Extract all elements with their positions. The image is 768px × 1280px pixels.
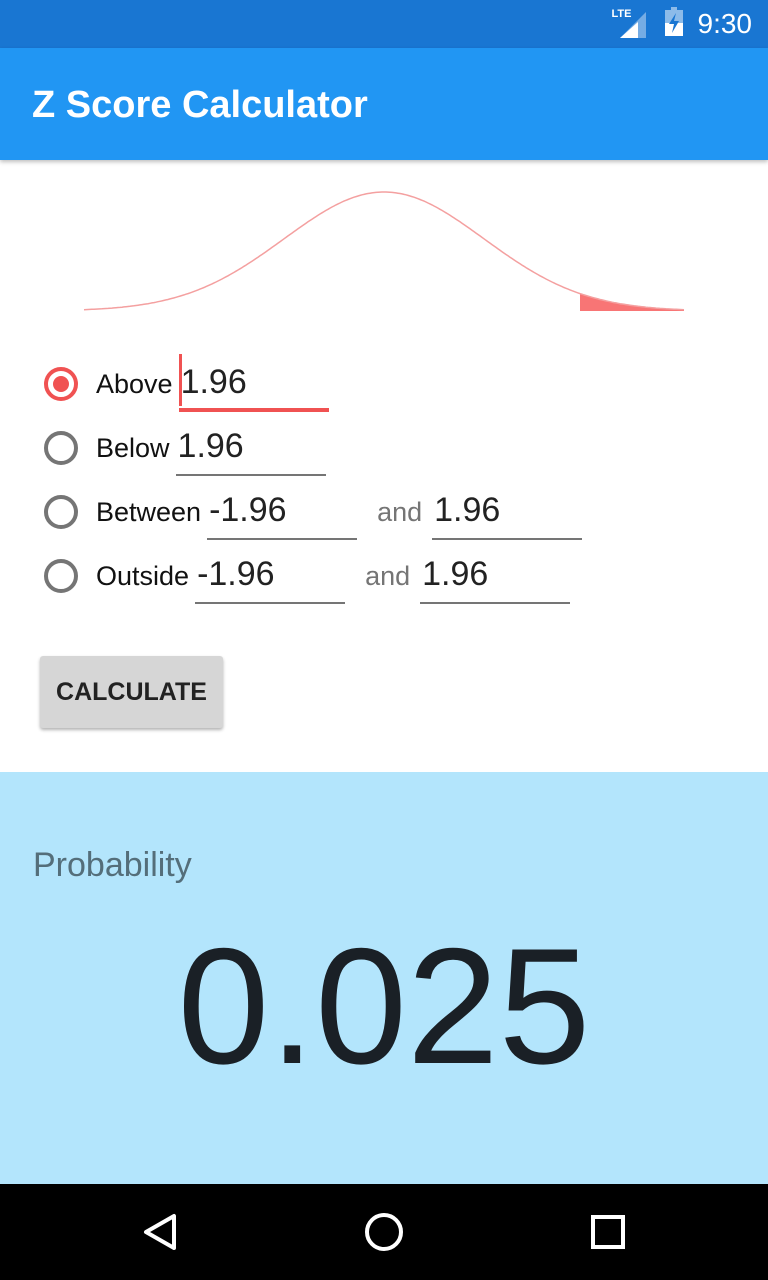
option-above[interactable]: Above 1.96 (44, 352, 329, 416)
option-outside[interactable]: Outside -1.96 and 1.96 (44, 544, 571, 608)
battery-charging-icon (664, 6, 684, 42)
option-label: Outside (96, 560, 190, 591)
app-title: Z Score Calculator (32, 84, 368, 126)
option-between[interactable]: Between -1.96 and 1.96 (44, 480, 583, 544)
and-label: and (365, 560, 411, 591)
text-cursor (178, 354, 182, 406)
status-bar: LTE 9:30 (0, 0, 768, 48)
lte-signal-icon: LTE (610, 8, 650, 40)
home-icon[interactable] (360, 1208, 408, 1256)
outside-upper-input[interactable]: 1.96 (420, 548, 571, 604)
option-label: Between (96, 496, 202, 527)
back-icon[interactable] (136, 1208, 184, 1256)
radio-below[interactable] (44, 431, 78, 465)
input-value: 1.96 (434, 491, 501, 529)
between-upper-input[interactable]: 1.96 (432, 484, 583, 540)
input-value: -1.96 (197, 555, 275, 593)
option-below[interactable]: Below 1.96 (44, 416, 326, 480)
recents-icon[interactable] (584, 1208, 632, 1256)
input-value: 1.96 (422, 555, 489, 593)
navigation-bar (0, 1184, 768, 1280)
calculate-button[interactable]: CALCULATE (40, 656, 223, 728)
option-label: Below (96, 432, 170, 463)
input-value: 1.96 (180, 363, 247, 401)
above-value-input[interactable]: 1.96 (178, 354, 329, 412)
normal-distribution-curve (83, 191, 685, 311)
input-value: 1.96 (177, 427, 244, 465)
input-value: -1.96 (209, 491, 287, 529)
curve-line (83, 191, 685, 311)
result-panel: Probability 0.025 (0, 772, 768, 1184)
between-lower-input[interactable]: -1.96 (207, 484, 358, 540)
clock: 9:30 (697, 8, 753, 39)
outside-lower-input[interactable]: -1.96 (195, 548, 346, 604)
radio-outside[interactable] (44, 559, 78, 593)
app-bar: Z Score Calculator (0, 48, 768, 160)
and-label: and (377, 496, 423, 527)
radio-above[interactable] (44, 367, 78, 401)
option-label: Above (96, 368, 173, 399)
below-value-input[interactable]: 1.96 (175, 420, 326, 476)
probability-label: Probability (33, 846, 192, 884)
probability-value: 0.025 (177, 914, 591, 1098)
radio-between[interactable] (44, 495, 78, 529)
